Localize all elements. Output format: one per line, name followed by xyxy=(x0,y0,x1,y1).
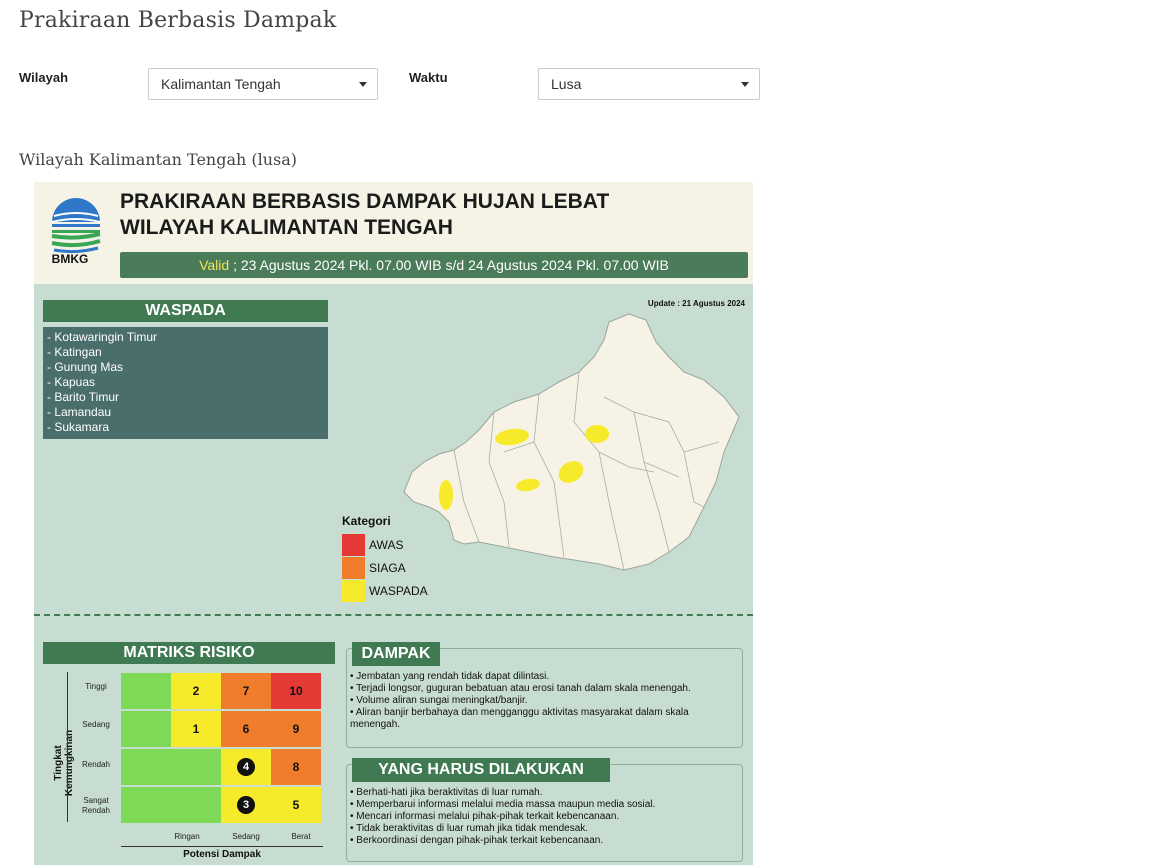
matrix-cell: 3 xyxy=(221,787,271,823)
matriks-header: MATRIKS RISIKO xyxy=(43,642,335,664)
wilayah-select-value: Kalimantan Tengah xyxy=(161,76,281,92)
bmkg-logo-text: BMKG xyxy=(51,252,89,266)
list-item: • Memperbarui informasi melalui media ma… xyxy=(350,799,656,810)
col-label: Berat xyxy=(291,832,311,841)
list-item: - Katingan xyxy=(47,345,102,359)
matrix-cell: 7 xyxy=(221,673,271,709)
matrix-cell: 2 xyxy=(171,673,221,709)
valid-period-bar: Valid ; 23 Agustus 2024 Pkl. 07.00 WIB s… xyxy=(120,252,748,278)
legend-item: SIAGA xyxy=(342,557,406,579)
legend-item: AWAS xyxy=(342,534,403,556)
list-item: • Aliran banjir berbahaya dan mengganggu… xyxy=(350,707,689,730)
legend-swatch-siaga xyxy=(342,557,365,579)
legend-label: AWAS xyxy=(369,538,404,552)
infographic-title: PRAKIRAAN BERBASIS DAMPAK HUJAN LEBAT WI… xyxy=(120,189,609,241)
infographic-title-line2: WILAYAH KALIMANTAN TENGAH xyxy=(120,216,453,239)
chevron-down-icon xyxy=(741,82,749,87)
legend-swatch-awas xyxy=(342,534,365,556)
matrix-cell: 8 xyxy=(271,749,321,785)
y-axis-line xyxy=(67,672,68,822)
list-item: • Tidak beraktivitas di luar rumah jika … xyxy=(350,823,589,834)
col-label: Sedang xyxy=(232,832,260,841)
wilayah-label: Wilayah xyxy=(19,70,69,85)
waktu-label: Waktu xyxy=(409,70,448,85)
x-axis-label: Potensi Dampak xyxy=(183,849,261,860)
wilayah-select[interactable]: Kalimantan Tengah xyxy=(148,68,378,100)
matrix-cell: 5 xyxy=(271,787,321,823)
section-divider xyxy=(34,614,753,616)
current-risk-marker: 3 xyxy=(237,796,255,814)
valid-label: Valid xyxy=(199,257,230,273)
row-label: Tinggi xyxy=(85,682,107,691)
list-item: - Lamandau xyxy=(47,405,112,419)
list-item: • Berkoordinasi dengan pihak-pihak terka… xyxy=(350,835,604,846)
kategori-title: Kategori xyxy=(342,514,391,528)
list-item: - Kapuas xyxy=(47,375,96,389)
matrix-cell xyxy=(121,711,171,747)
matrix-cell: 9 xyxy=(271,711,321,747)
legend-swatch-waspada xyxy=(342,580,365,602)
dampak-header: DAMPAK xyxy=(352,642,440,666)
row-label: Sangat Rendah xyxy=(81,796,111,815)
matrix-cell xyxy=(171,749,221,785)
waspada-header: WASPADA xyxy=(43,300,328,322)
dampak-list: • Jembatan yang rendah tidak dapat dilin… xyxy=(350,671,740,731)
list-item: - Gunung Mas xyxy=(47,360,124,374)
list-item: - Kotawaringin Timur xyxy=(47,330,158,344)
page-title: Prakiraan Berbasis Dampak xyxy=(19,8,337,33)
col-label: Ringan xyxy=(174,832,200,841)
matrix-cell: 4 xyxy=(221,749,271,785)
chevron-down-icon xyxy=(359,82,367,87)
current-risk-marker: 4 xyxy=(237,758,255,776)
waspada-area xyxy=(439,480,453,510)
forecast-infographic: BMKG PRAKIRAAN BERBASIS DAMPAK HUJAN LEB… xyxy=(34,182,753,865)
matrix-cell: 6 xyxy=(221,711,271,747)
matrix-cell: 10 xyxy=(271,673,321,709)
matrix-cell: 1 xyxy=(171,711,221,747)
matrix-cell xyxy=(121,787,171,823)
y-axis-label: Tingkat Kemungkinan xyxy=(53,729,75,797)
region-subtitle: Wilayah Kalimantan Tengah (lusa) xyxy=(19,150,298,169)
waktu-select-value: Lusa xyxy=(551,76,582,92)
yang-harus-list: • Berhati-hati jika beraktivitas di luar… xyxy=(350,787,740,847)
province-map xyxy=(403,313,740,571)
list-item: • Mencari informasi melalui pihak-pihak … xyxy=(350,811,620,822)
infographic-header: BMKG PRAKIRAAN BERBASIS DAMPAK HUJAN LEB… xyxy=(34,182,753,284)
province-outline xyxy=(403,313,740,571)
list-item: - Sukamara xyxy=(47,420,110,434)
list-item: • Terjadi longsor, guguran bebatuan atau… xyxy=(350,683,691,694)
legend-label: WASPADA xyxy=(369,584,428,598)
row-label: Sedang xyxy=(82,720,110,729)
yang-harus-header: YANG HARUS DILAKUKAN xyxy=(352,758,610,782)
infographic-title-line1: PRAKIRAAN BERBASIS DAMPAK HUJAN LEBAT xyxy=(120,190,610,213)
list-item: - Barito Timur xyxy=(47,390,120,404)
list-item: • Jembatan yang rendah tidak dapat dilin… xyxy=(350,671,550,682)
waktu-select[interactable]: Lusa xyxy=(538,68,760,100)
row-label: Rendah xyxy=(81,760,111,769)
valid-period-text: ; 23 Agustus 2024 Pkl. 07.00 WIB s/d 24 … xyxy=(229,257,669,273)
legend-label: SIAGA xyxy=(369,561,406,575)
matrix-cell xyxy=(121,749,171,785)
list-item: • Volume aliran sungai meningkat/banjir. xyxy=(350,695,528,706)
waspada-region-list: - Kotawaringin Timur - Katingan - Gunung… xyxy=(43,327,328,439)
legend-item: WASPADA xyxy=(342,580,428,602)
matrix-cell xyxy=(171,787,221,823)
list-item: • Berhati-hati jika beraktivitas di luar… xyxy=(350,787,543,798)
matrix-cell xyxy=(121,673,171,709)
waspada-area xyxy=(585,425,609,443)
x-axis-line xyxy=(121,846,323,847)
